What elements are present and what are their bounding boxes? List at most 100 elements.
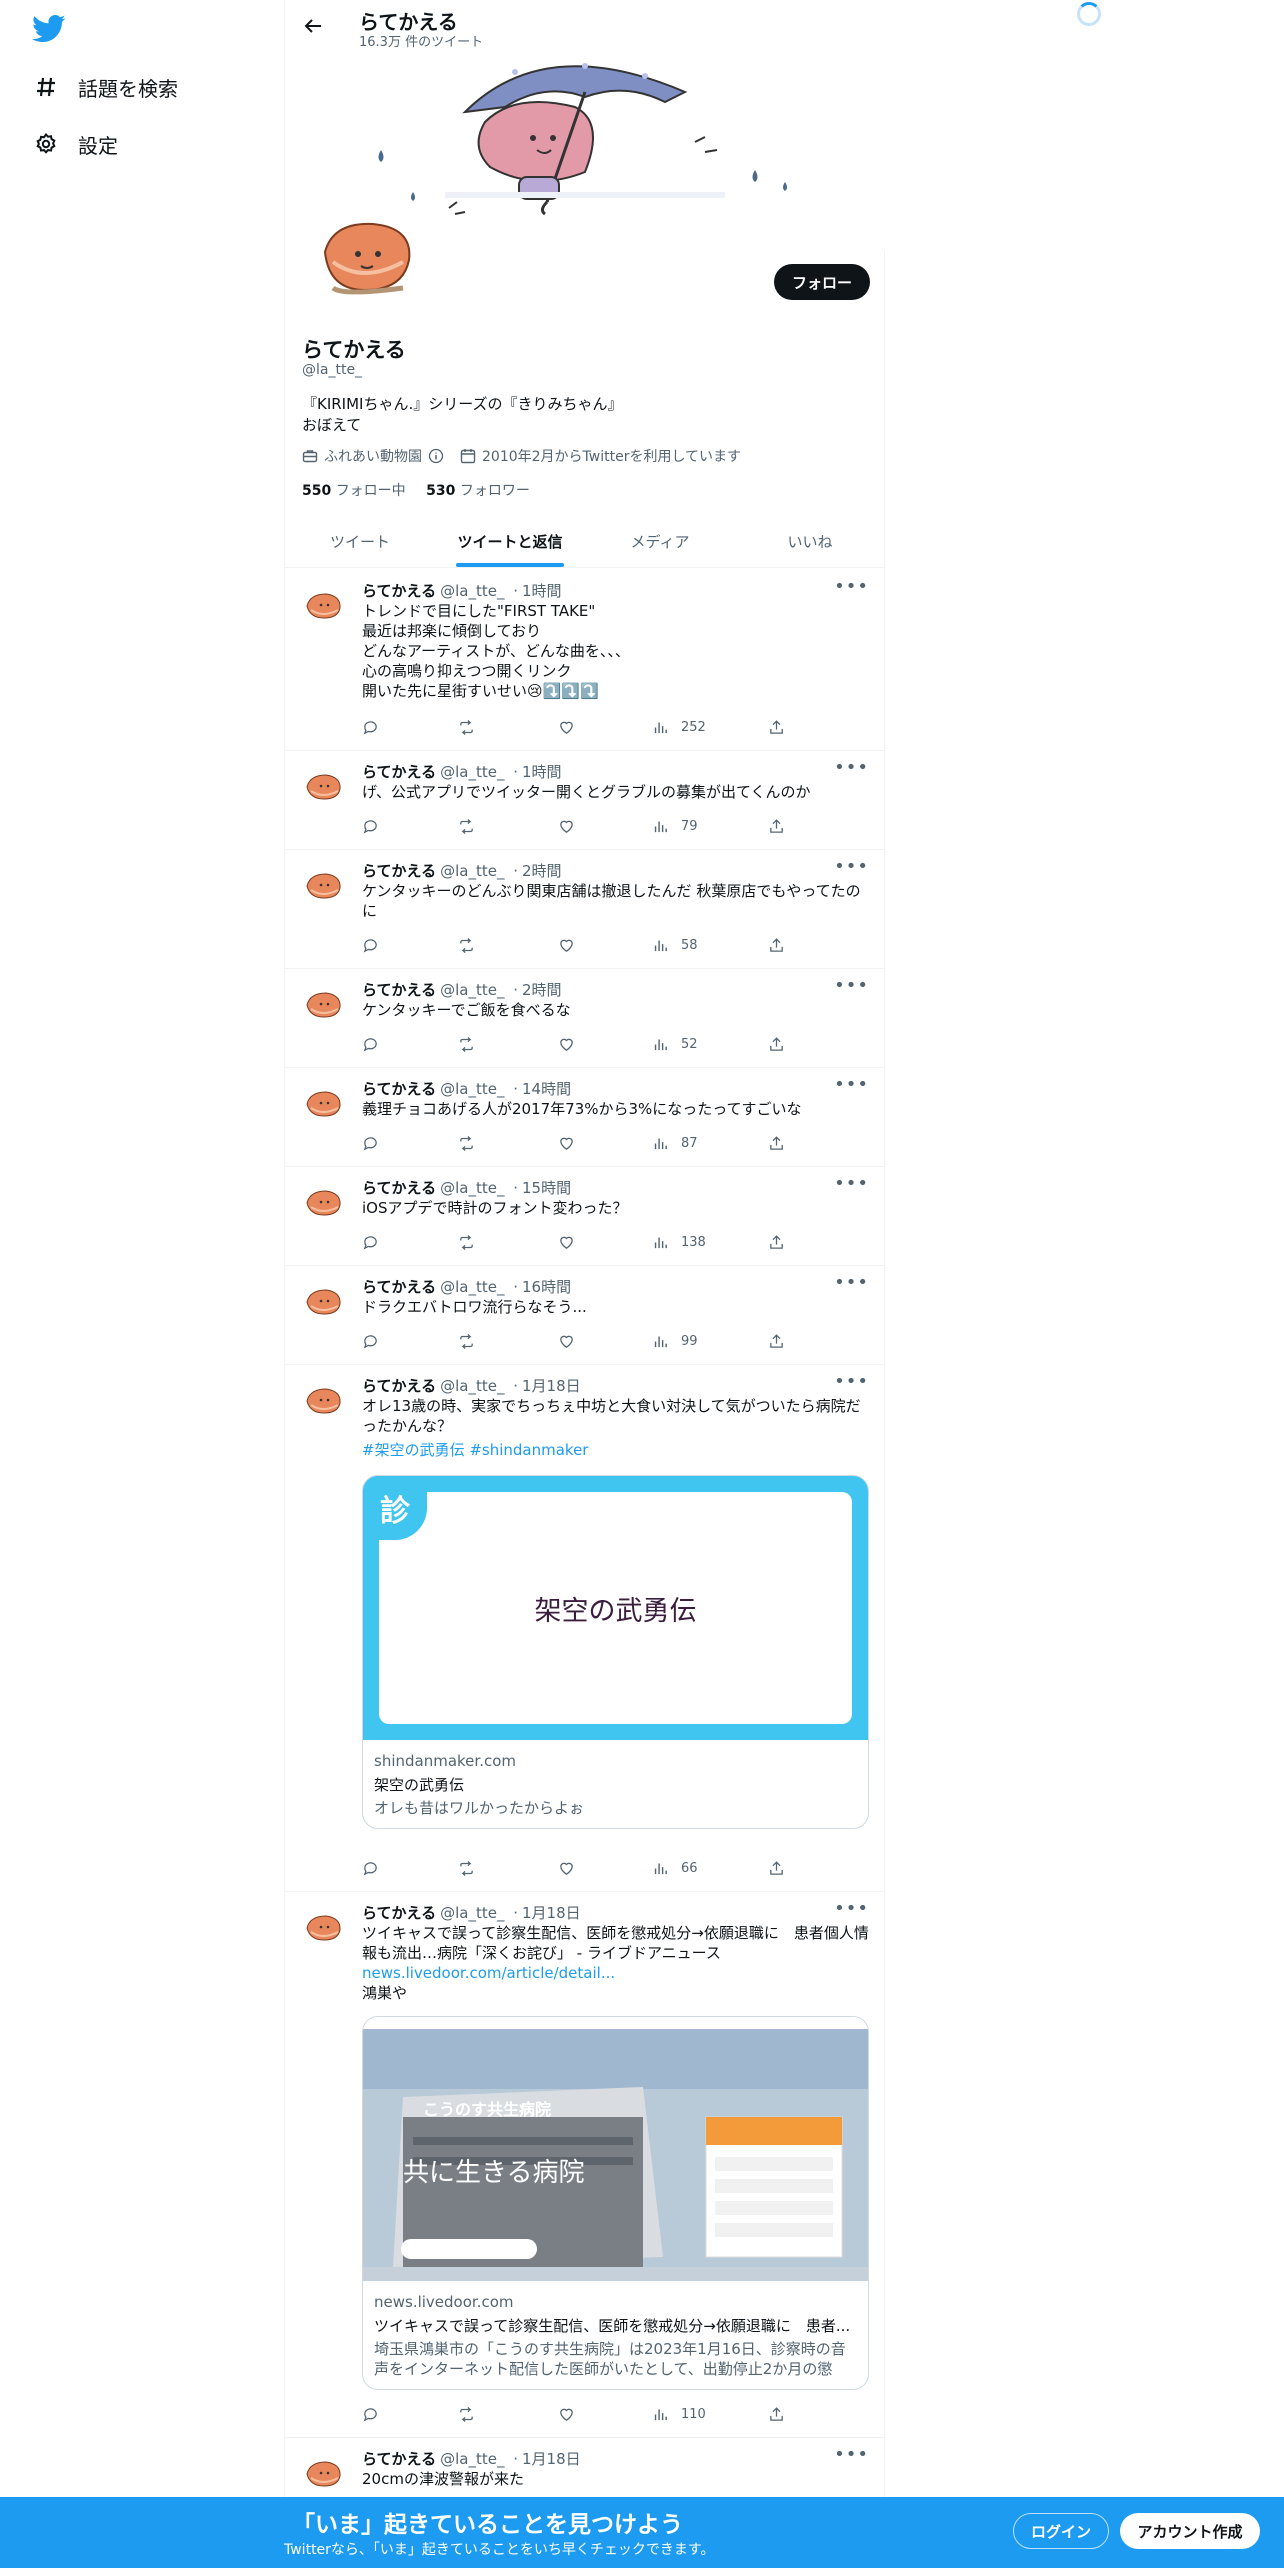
more-options-icon[interactable]: ••• [834,576,869,597]
tweet-link[interactable]: news.livedoor.com/article/detail... [362,1963,870,1983]
tweet-author-name[interactable]: らてかえる [362,1179,436,1197]
retweet-button[interactable] [458,1234,475,1251]
profile-avatar[interactable] [299,188,429,318]
like-button[interactable] [558,1135,575,1152]
tweet-author-name[interactable]: らてかえる [362,1904,436,1922]
like-button[interactable] [558,818,575,835]
link-card[interactable]: 架空の武勇伝診 shindanmaker.com 架空の武勇伝 オレも昔はワルかったか… [362,1475,869,1829]
tab-tweets-and-replies[interactable]: ツイートと返信 [435,515,585,567]
tweet-time[interactable]: 14時間 [522,1080,571,1098]
retweet-button[interactable] [458,1135,475,1152]
back-arrow-icon[interactable] [299,12,327,40]
twitter-logo-icon[interactable] [32,14,66,44]
share-button[interactable] [768,1135,785,1152]
tweet[interactable]: らてかえる @la_tte_ · 14時間 ••• 義理チョコあげる人が2017年73%… [285,1068,885,1167]
tab-likes[interactable]: いいね [735,515,885,567]
share-button[interactable] [768,1860,785,1877]
more-options-icon[interactable]: ••• [834,1371,869,1392]
reply-button[interactable] [362,1860,379,1877]
reply-button[interactable] [362,818,379,835]
tweet[interactable]: らてかえる @la_tte_ · 1月18日 ••• ツイキャスで誤って診察生配信、医師… [285,1892,885,2438]
tweet-time[interactable]: 15時間 [522,1179,571,1197]
tweet[interactable]: らてかえる @la_tte_ · 16時間 ••• ドラクエバトロワ流行らなそう... 9… [285,1266,885,1365]
tweet-avatar[interactable] [301,1377,345,1421]
share-button[interactable] [768,719,785,736]
followers-link[interactable]: 530 フォロワー [426,483,530,499]
tab-media[interactable]: メディア [585,515,735,567]
tweet[interactable]: らてかえる @la_tte_ · 1時間 ••• トレンドで目にした"FIRST TAK… [285,570,885,751]
views-button[interactable]: 79 [652,818,698,835]
reply-button[interactable] [362,1234,379,1251]
reply-button[interactable] [362,719,379,736]
more-options-icon[interactable]: ••• [834,975,869,996]
tweet-time[interactable]: 1時間 [522,582,562,600]
retweet-button[interactable] [458,719,475,736]
views-button[interactable]: 52 [652,1036,698,1053]
tweet[interactable]: らてかえる @la_tte_ · 1月18日 ••• オレ13歳の時、実家でちっちぇ中坊… [285,1365,885,1892]
tweet-avatar[interactable] [301,1278,345,1322]
like-button[interactable] [558,1234,575,1251]
views-button[interactable]: 252 [652,719,706,736]
tweet[interactable]: らてかえる @la_tte_ · 2時間 ••• ケンタッキーのどんぶり関東店舗は撤退し… [285,850,885,969]
views-button[interactable]: 87 [652,1135,698,1152]
link-card[interactable]: 共に生きる病院 こうのす共生病院 news.livedoor.com ツイキャスで誤っ… [362,2016,869,2390]
reply-button[interactable] [362,1333,379,1350]
like-button[interactable] [558,1333,575,1350]
tweet-avatar[interactable] [301,1904,345,1948]
views-button[interactable]: 99 [652,1333,698,1350]
like-button[interactable] [558,1860,575,1877]
share-button[interactable] [768,1234,785,1251]
tweet-author-name[interactable]: らてかえる [362,2450,436,2468]
reply-button[interactable] [362,937,379,954]
tweet-author-name[interactable]: らてかえる [362,862,436,880]
tweet-author-name[interactable]: らてかえる [362,981,436,999]
sidebar-item-settings[interactable]: 設定 [32,124,118,164]
share-button[interactable] [768,1333,785,1350]
more-options-icon[interactable]: ••• [834,856,869,877]
tweet[interactable]: らてかえる @la_tte_ · 1時間 ••• げ、公式アプリでツイッター開くとグラブ… [285,751,885,850]
signup-button[interactable]: アカウント作成 [1120,2513,1260,2549]
tweet-author-name[interactable]: らてかえる [362,582,436,600]
tweet-time[interactable]: 16時間 [522,1278,571,1296]
tweet[interactable]: らてかえる @la_tte_ · 2時間 ••• ケンタッキーでご飯を食べるな 52 [285,969,885,1068]
views-button[interactable]: 110 [652,2406,706,2423]
more-options-icon[interactable]: ••• [834,1898,869,1919]
reply-button[interactable] [362,2406,379,2423]
share-button[interactable] [768,2406,785,2423]
tweet-time[interactable]: 1月18日 [522,2450,581,2468]
tweet-author-name[interactable]: らてかえる [362,763,436,781]
tweet-avatar[interactable] [301,1080,345,1124]
tweet-avatar[interactable] [301,2450,345,2494]
tweet-avatar[interactable] [301,1179,345,1223]
reply-button[interactable] [362,1036,379,1053]
share-button[interactable] [768,1036,785,1053]
tweet-time[interactable]: 1月18日 [522,1377,581,1395]
retweet-button[interactable] [458,818,475,835]
retweet-button[interactable] [458,1036,475,1053]
login-button[interactable]: ログイン [1013,2513,1109,2549]
follow-button[interactable]: フォロー [774,264,870,300]
views-button[interactable]: 66 [652,1860,698,1877]
retweet-button[interactable] [458,1333,475,1350]
tweet-avatar[interactable] [301,862,345,906]
more-options-icon[interactable]: ••• [834,1074,869,1095]
more-options-icon[interactable]: ••• [834,2444,869,2465]
more-options-icon[interactable]: ••• [834,1272,869,1293]
tweet-hashtags[interactable]: #架空の武勇伝 #shindanmaker [362,1440,870,1460]
more-options-icon[interactable]: ••• [834,757,869,778]
like-button[interactable] [558,1036,575,1053]
info-icon[interactable] [428,448,444,464]
tweet-time[interactable]: 1月18日 [522,1904,581,1922]
share-button[interactable] [768,818,785,835]
tweet-time[interactable]: 2時間 [522,862,562,880]
tweet-author-name[interactable]: らてかえる [362,1080,436,1098]
tweet-avatar[interactable] [301,582,345,626]
like-button[interactable] [558,2406,575,2423]
tweet-time[interactable]: 1時間 [522,763,562,781]
sidebar-item-explore[interactable]: 話題を検索 [32,67,178,107]
tweet-author-name[interactable]: らてかえる [362,1377,436,1395]
tweet-avatar[interactable] [301,763,345,807]
tweet[interactable]: らてかえる @la_tte_ · 15時間 ••• iOSアプデで時計のフォント変わった… [285,1167,885,1266]
tweet-time[interactable]: 2時間 [522,981,562,999]
retweet-button[interactable] [458,2406,475,2423]
